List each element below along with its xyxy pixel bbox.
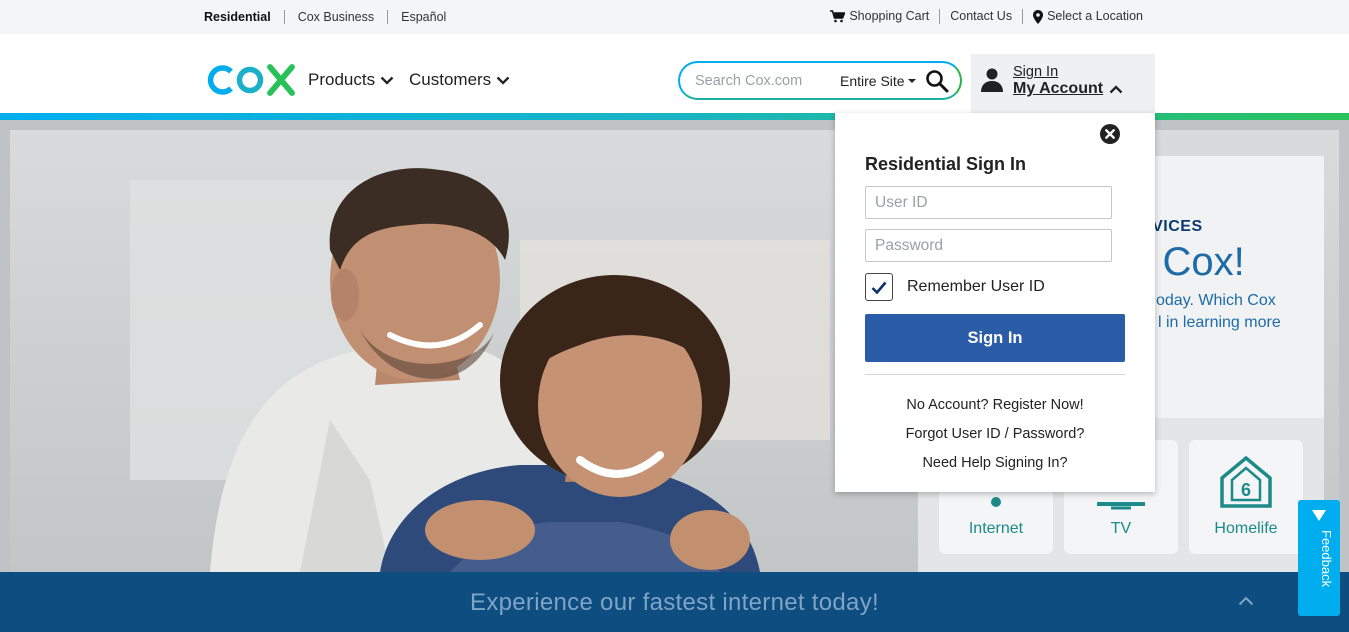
cox-logo[interactable] (204, 64, 296, 96)
cart-icon (830, 10, 846, 23)
customers-menu[interactable]: Customers (409, 70, 510, 90)
homelife-label: Homelife (1214, 520, 1278, 537)
home-icon: 6 (1220, 455, 1272, 508)
search-scope-label: Entire Site (840, 72, 905, 89)
promo-banner[interactable]: Experience our fastest internet today! (0, 572, 1349, 632)
remember-checkbox[interactable] (865, 273, 893, 301)
my-account-toggle[interactable]: My Account (1013, 80, 1123, 98)
divider (865, 374, 1125, 375)
utility-right-links: Shopping Cart Contact Us Select a Locati… (830, 9, 1143, 24)
remember-user-id: Remember User ID (865, 273, 1045, 301)
search-scope-dropdown[interactable]: Entire Site (840, 73, 916, 89)
chevron-up-icon (1109, 84, 1123, 93)
close-icon[interactable] (1100, 124, 1120, 144)
promo-description-line-2: l in learning more (1158, 314, 1281, 331)
shopping-cart-label: Shopping Cart (849, 9, 930, 23)
sign-in-title: Residential Sign In (865, 154, 1027, 174)
utility-bar: Residential Cox Business Español Shoppin… (0, 0, 1349, 34)
location-pin-icon (1033, 9, 1044, 24)
internet-label: Internet (968, 520, 1024, 537)
products-menu[interactable]: Products (308, 70, 394, 90)
select-location-label: Select a Location (1047, 9, 1143, 23)
separator: / (1004, 426, 1009, 442)
search-input[interactable] (695, 72, 835, 89)
triangle-down-icon (1312, 510, 1326, 521)
help-signing-in-link[interactable]: Need Help Signing In? (865, 455, 1125, 471)
banner-text: Experience our fastest internet today! (470, 589, 879, 616)
chevron-down-icon (380, 76, 394, 85)
feedback-label: Feedback (1319, 530, 1334, 588)
user-id-input[interactable] (865, 186, 1112, 219)
homelife-tile[interactable]: 6 Homelife (1189, 440, 1303, 554)
contact-us-link[interactable]: Contact Us (939, 9, 1022, 24)
sign-in-button[interactable]: Sign In (865, 314, 1125, 362)
account-menu[interactable]: Sign In My Account (971, 54, 1155, 113)
forgot-credentials: Forgot User ID / Password? (865, 426, 1125, 442)
register-link[interactable]: No Account? Register Now! (865, 397, 1125, 413)
svg-text:6: 6 (1241, 480, 1251, 500)
residential-link[interactable]: Residential (204, 10, 284, 24)
select-location-link[interactable]: Select a Location (1022, 9, 1143, 24)
tv-label: TV (1110, 520, 1132, 537)
remember-label: Remember User ID (907, 278, 1045, 295)
cox-business-link[interactable]: Cox Business (283, 10, 387, 24)
forgot-password-link[interactable]: Password? (1013, 426, 1085, 442)
promo-description-line-1: oday. Which Cox (1156, 292, 1276, 309)
chevron-down-icon (496, 76, 510, 85)
search-button[interactable] (925, 69, 949, 93)
user-icon (981, 68, 1003, 92)
hero-couple-photo (210, 168, 760, 572)
chevron-up-icon[interactable] (1238, 596, 1254, 606)
segment-links: Residential Cox Business Español (204, 10, 459, 24)
customers-label: Customers (409, 70, 492, 89)
shopping-cart-link[interactable]: Shopping Cart (830, 9, 939, 24)
my-account-label: My Account (1013, 80, 1104, 97)
feedback-tab[interactable]: Feedback (1298, 500, 1340, 616)
sign-in-link[interactable]: Sign In (1013, 64, 1058, 80)
caret-down-icon (907, 78, 916, 83)
checkmark-icon (871, 281, 887, 294)
espanol-link[interactable]: Español (387, 10, 459, 24)
contact-us-label: Contact Us (950, 9, 1013, 23)
password-input[interactable] (865, 229, 1112, 262)
forgot-user-id-link[interactable]: Forgot User ID (906, 426, 1001, 442)
sign-in-dropdown: Residential Sign In Remember User ID Sig… (835, 113, 1155, 492)
search-bar: Entire Site (678, 61, 962, 100)
search-icon (925, 69, 949, 92)
products-label: Products (308, 70, 376, 89)
